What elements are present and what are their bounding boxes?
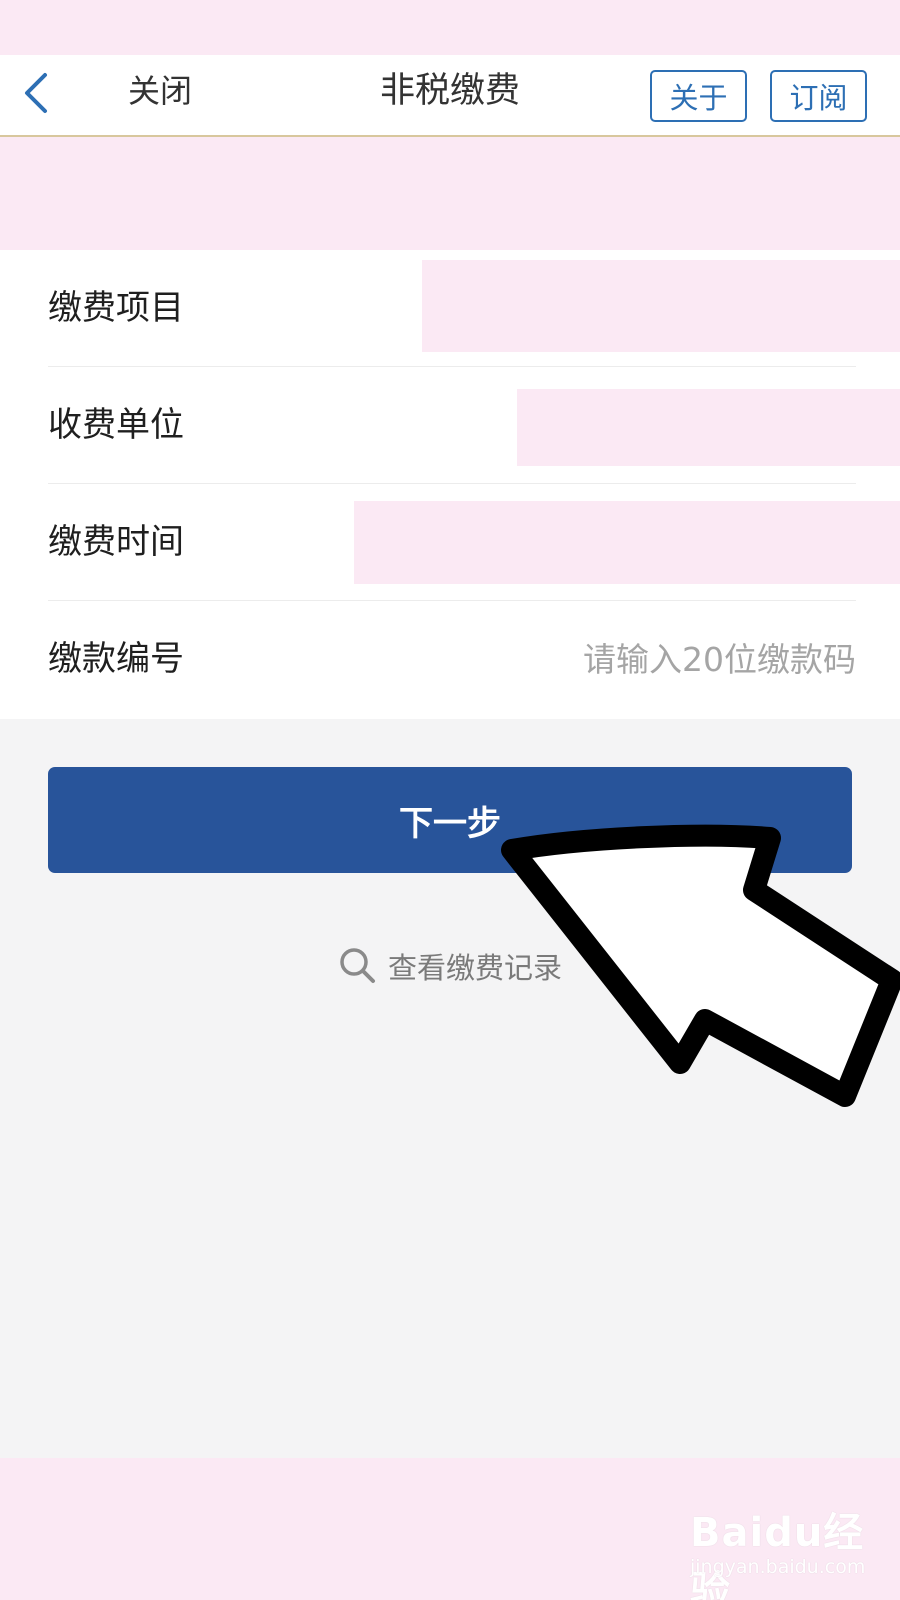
banner-redaction xyxy=(0,137,900,250)
payment-code-label: 缴款编号 xyxy=(48,639,184,679)
bottom-redaction xyxy=(0,1458,900,1600)
form-row-payment-item[interactable]: 缴费项目 xyxy=(48,250,900,367)
payment-code-input[interactable] xyxy=(436,629,856,689)
payment-form: 缴费项目 收费单位 缴费时间 缴款编号 xyxy=(0,250,900,719)
payment-time-label: 缴费时间 xyxy=(48,522,184,562)
chevron-left-icon xyxy=(25,73,47,113)
navigation-bar: 关闭 非税缴费 关于 订阅 xyxy=(0,55,900,137)
payment-item-value-redaction xyxy=(422,260,900,352)
status-bar-redaction xyxy=(0,0,900,55)
subscribe-button[interactable]: 订阅 xyxy=(770,70,867,122)
page-title: 非税缴费 xyxy=(379,71,520,111)
next-step-button[interactable]: 下一步 xyxy=(48,767,852,873)
close-button[interactable]: 关闭 xyxy=(128,71,192,111)
form-row-payment-time[interactable]: 缴费时间 xyxy=(48,484,900,601)
payment-item-label: 缴费项目 xyxy=(48,288,184,328)
app-screen: 关闭 非税缴费 关于 订阅 缴费项目 收费单位 缴费时间 缴款编号 下一步 xyxy=(0,0,900,1600)
collecting-unit-value-redaction xyxy=(517,389,900,466)
payment-time-value-redaction xyxy=(354,501,900,584)
about-button[interactable]: 关于 xyxy=(650,70,747,122)
search-icon xyxy=(340,948,375,983)
form-row-collecting-unit[interactable]: 收费单位 xyxy=(48,367,900,484)
view-payment-records-link[interactable]: 查看缴费记录 xyxy=(338,944,562,988)
view-payment-records-label: 查看缴费记录 xyxy=(388,951,563,985)
collecting-unit-label: 收费单位 xyxy=(48,405,184,445)
back-button[interactable] xyxy=(12,67,60,119)
form-row-payment-code: 缴款编号 xyxy=(48,601,856,718)
